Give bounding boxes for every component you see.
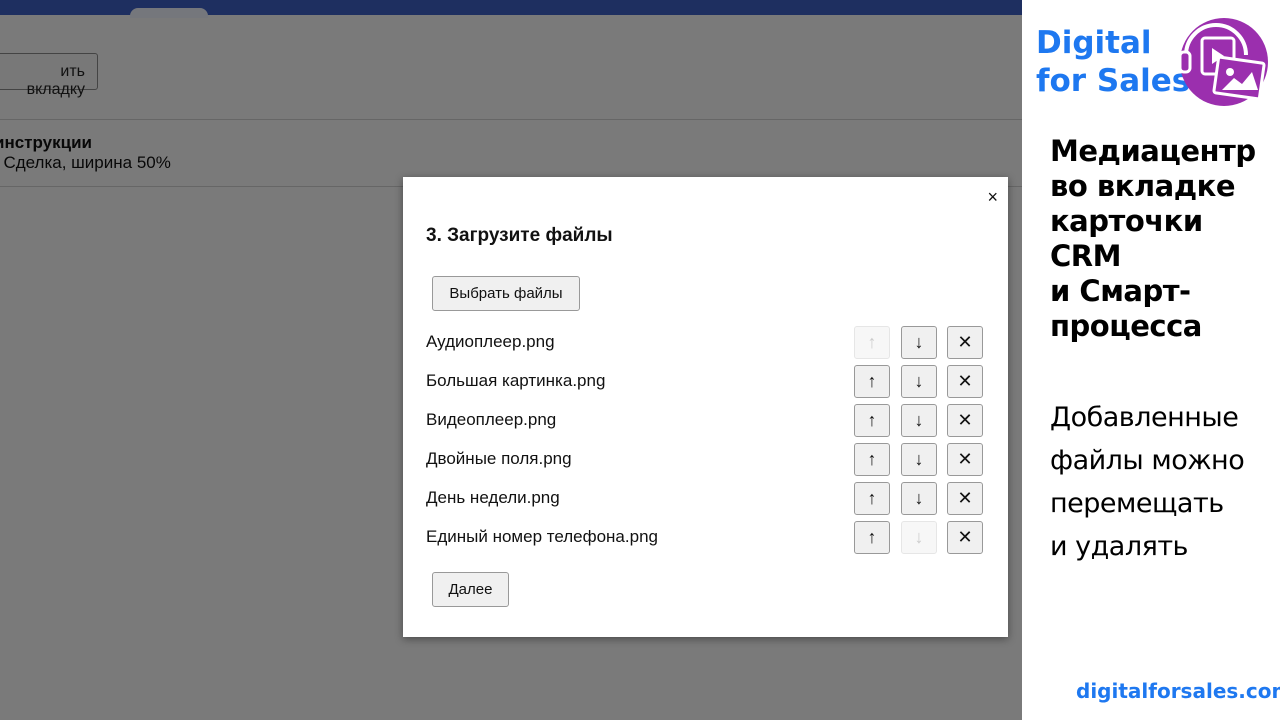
delete-file-button[interactable]: ✕ <box>947 365 983 398</box>
headline-line: Медиацентр <box>1050 134 1256 168</box>
file-name: Видеоплеер.png <box>426 410 557 429</box>
headline-line: во вкладке <box>1050 169 1235 203</box>
promo-panel: Digital for Sales Медиацентр во вкладке кар… <box>1022 0 1280 720</box>
delete-file-button[interactable]: ✕ <box>947 482 983 515</box>
delete-file-button[interactable]: ✕ <box>947 404 983 437</box>
choose-files-button[interactable]: Выбрать файлы <box>432 276 580 311</box>
file-name: Большая картинка.png <box>426 371 606 390</box>
description: Добавленные файлы можно перемещать и удалят… <box>1050 396 1245 568</box>
headline-line: и Смарт- <box>1050 274 1191 308</box>
headline-line: процесса <box>1050 309 1202 343</box>
move-down-button[interactable]: ↓ <box>901 482 937 515</box>
close-icon[interactable]: × <box>987 187 998 208</box>
logo-line: for Sales <box>1036 63 1191 99</box>
delete-file-button[interactable]: ✕ <box>947 443 983 476</box>
move-up-button[interactable]: ↑ <box>854 443 890 476</box>
move-up-button[interactable]: ↑ <box>854 482 890 515</box>
logo-text: Digital for Sales <box>1036 24 1190 100</box>
headline-line: карточки <box>1050 204 1203 238</box>
move-down-button[interactable]: ↓ <box>901 404 937 437</box>
logo-line: Digital <box>1036 25 1152 61</box>
move-up-button[interactable]: ↑ <box>854 365 890 398</box>
file-name: День недели.png <box>426 488 560 507</box>
file-name: Двойные поля.png <box>426 449 572 468</box>
dialog-title: 3. Загрузите файлы <box>426 225 613 246</box>
file-name: Аудиоплеер.png <box>426 332 555 351</box>
move-down-button[interactable]: ↓ <box>901 443 937 476</box>
upload-dialog: × 3. Загрузите файлы Выбрать файлы Аудио… <box>403 177 1008 637</box>
move-up-button[interactable]: ↑ <box>854 404 890 437</box>
move-up-button[interactable]: ↑ <box>854 326 890 359</box>
desc-line: файлы можно <box>1050 445 1245 476</box>
headline: Медиацентр во вкладке карточки CRM и Смарт-п… <box>1050 134 1256 344</box>
desc-line: Добавленные <box>1050 402 1239 433</box>
delete-file-button[interactable]: ✕ <box>947 326 983 359</box>
move-down-button[interactable]: ↓ <box>901 521 937 554</box>
move-up-button[interactable]: ↑ <box>854 521 890 554</box>
move-down-button[interactable]: ↓ <box>901 365 937 398</box>
website-link[interactable]: digitalforsales.com <box>1076 679 1280 703</box>
move-down-button[interactable]: ↓ <box>901 326 937 359</box>
headline-line: CRM <box>1050 239 1121 273</box>
delete-file-button[interactable]: ✕ <box>947 521 983 554</box>
desc-line: перемещать <box>1050 488 1224 519</box>
media-logo-icon <box>1178 18 1268 106</box>
file-name: Единый номер телефона.png <box>426 527 658 546</box>
desc-line: и удалять <box>1050 531 1188 562</box>
next-button[interactable]: Далее <box>432 572 509 607</box>
